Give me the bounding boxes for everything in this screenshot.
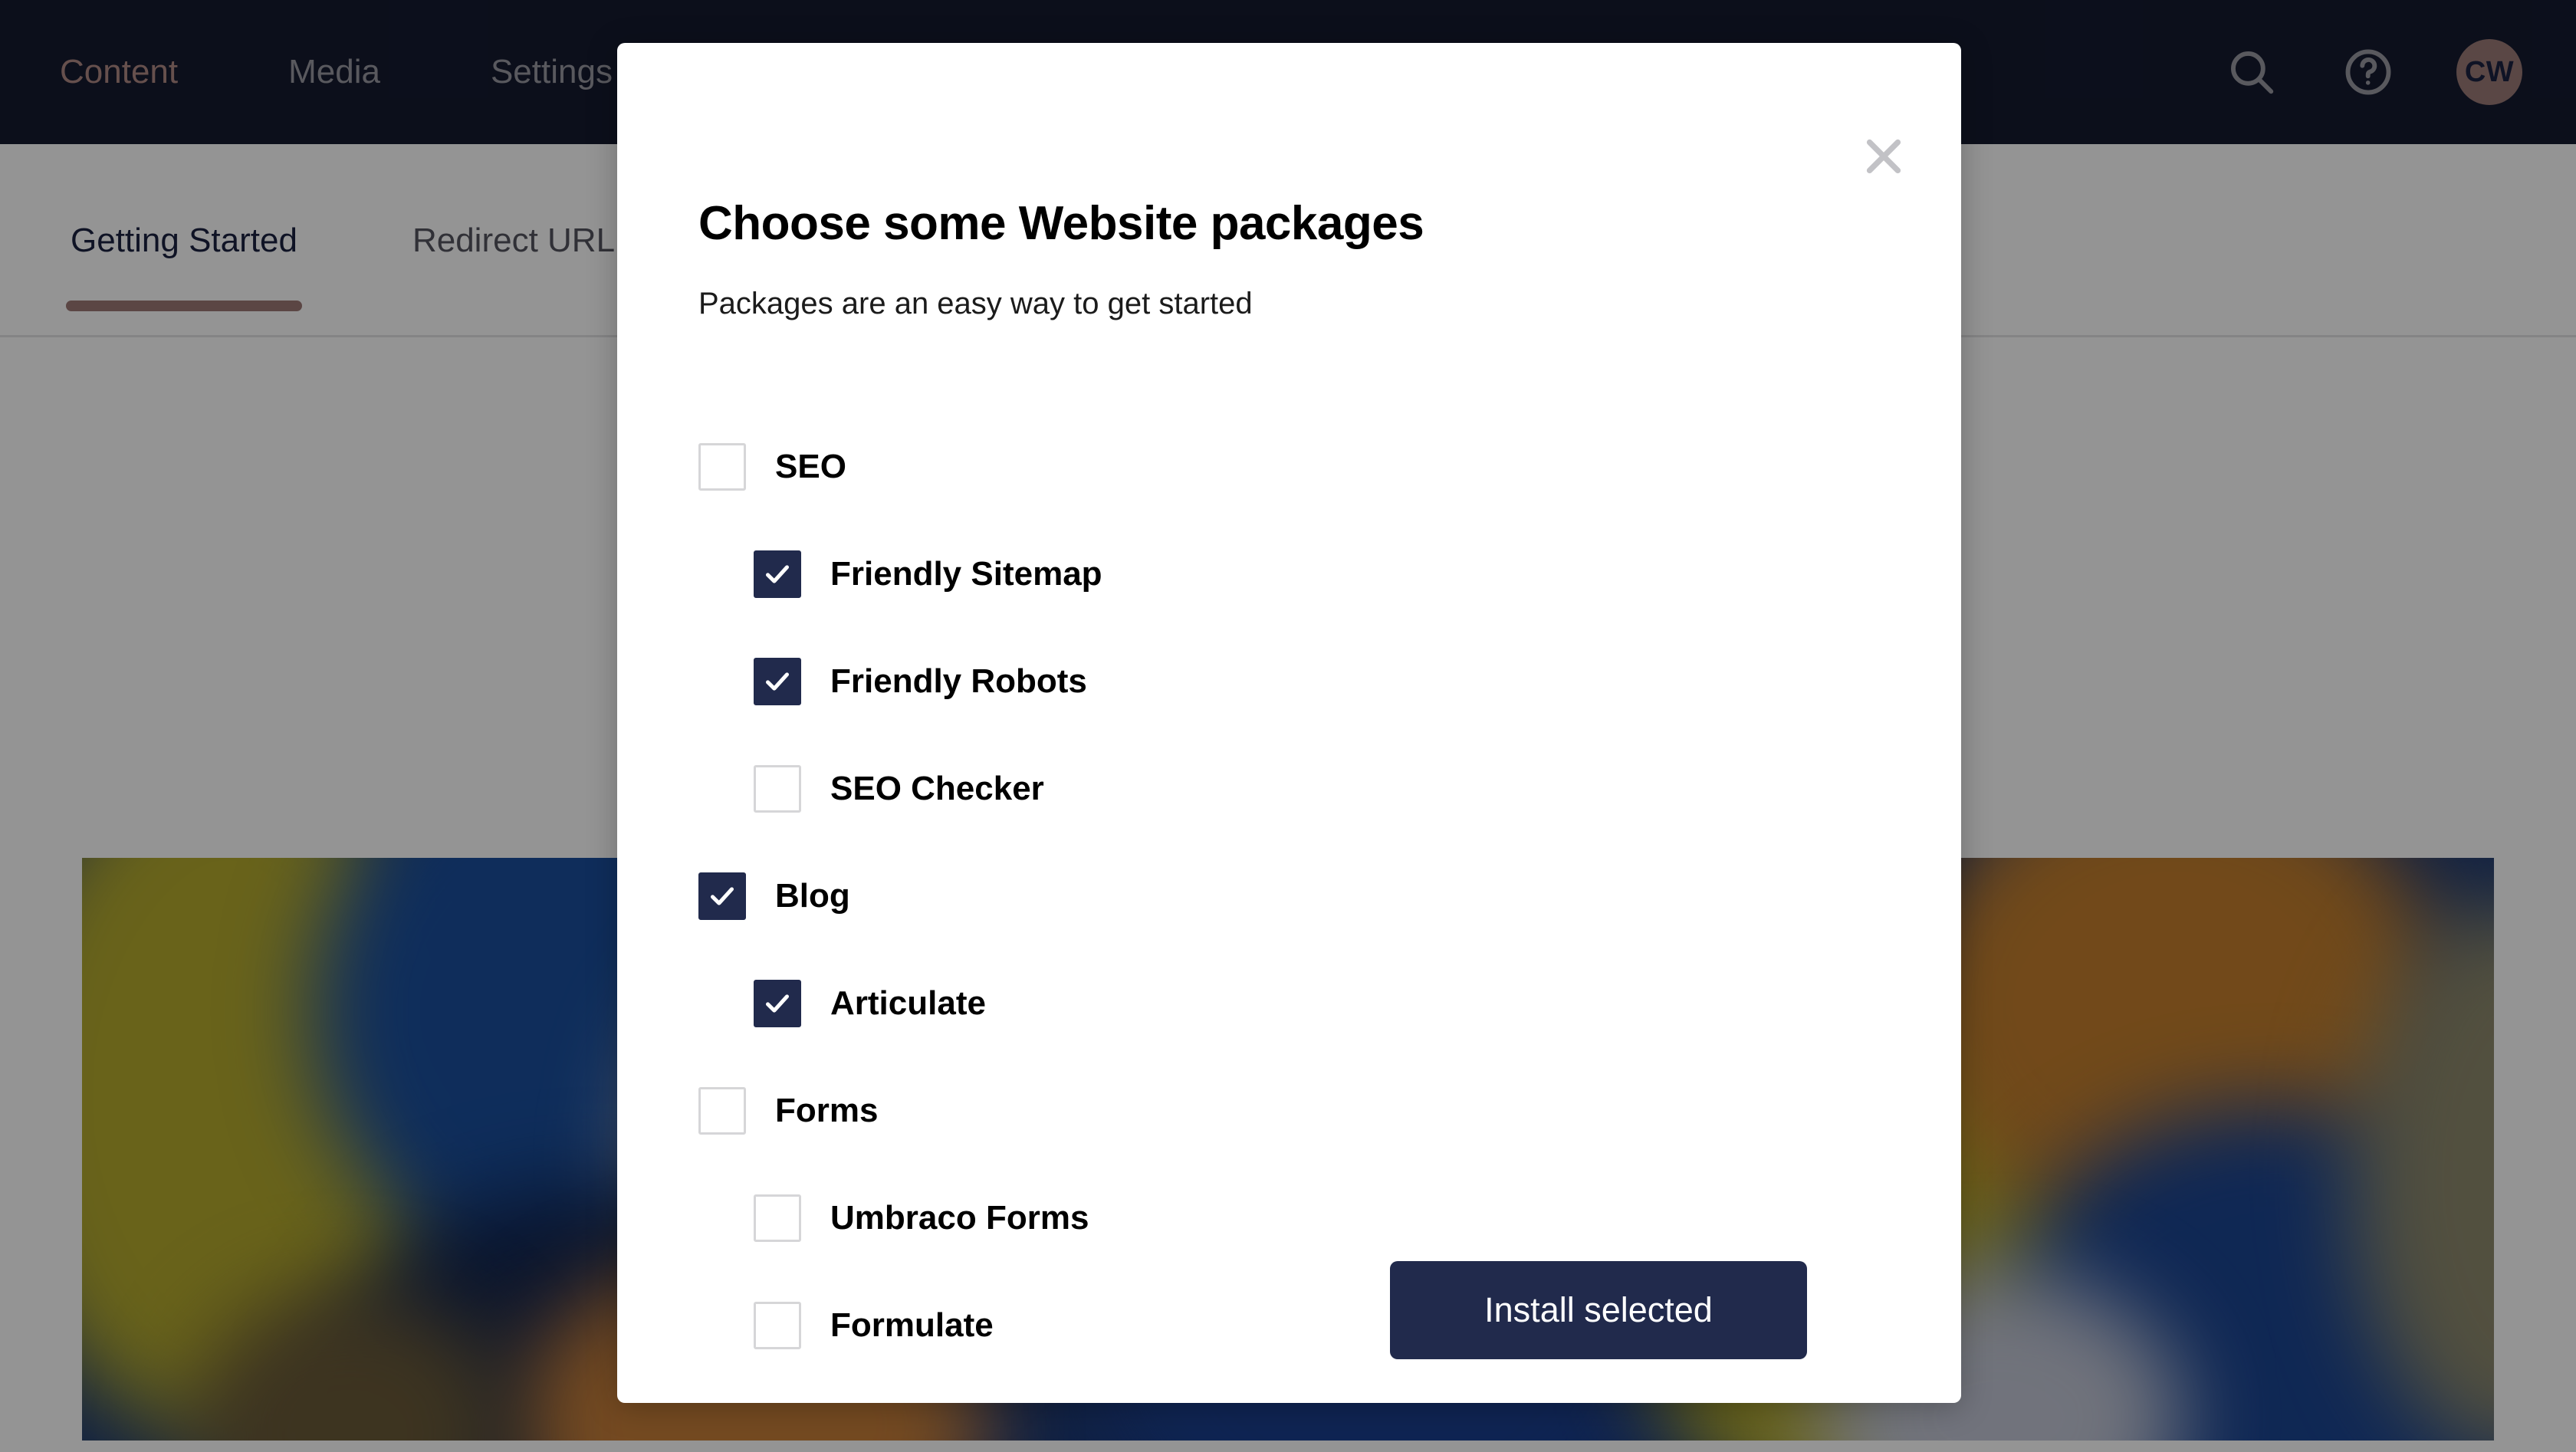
modal-subtitle: Packages are an easy way to get started xyxy=(698,287,1253,320)
checkbox-formulate[interactable] xyxy=(754,1302,801,1349)
checkbox-articulate[interactable] xyxy=(754,980,801,1027)
app-root: Content Media Settings CW Getting Starte… xyxy=(0,0,2576,1452)
list-item[interactable]: SEO xyxy=(617,413,1961,521)
package-label: Articulate xyxy=(830,984,986,1022)
checkbox-seo-checker[interactable] xyxy=(754,765,801,813)
list-item[interactable]: Friendly Sitemap xyxy=(617,521,1961,628)
list-item[interactable]: Friendly Robots xyxy=(617,628,1961,735)
install-selected-button[interactable]: Install selected xyxy=(1390,1261,1807,1359)
checkbox-friendly-sitemap[interactable] xyxy=(754,550,801,598)
list-item[interactable]: Blog xyxy=(617,843,1961,950)
list-item[interactable]: SEO Checker xyxy=(617,735,1961,843)
package-label: Friendly Sitemap xyxy=(830,555,1102,593)
checkbox-forms[interactable] xyxy=(698,1087,746,1135)
package-label: Blog xyxy=(775,877,850,915)
modal-title: Choose some Website packages xyxy=(698,197,1424,250)
list-item[interactable]: Umbraco Forms xyxy=(617,1165,1961,1272)
close-icon[interactable] xyxy=(1855,127,1913,186)
package-label: Umbraco Forms xyxy=(830,1199,1089,1237)
list-item[interactable]: Forms xyxy=(617,1057,1961,1165)
package-label: Formulate xyxy=(830,1306,994,1344)
checkbox-umbraco-forms[interactable] xyxy=(754,1194,801,1242)
packages-modal: Choose some Website packages Packages ar… xyxy=(617,43,1961,1403)
checkbox-friendly-robots[interactable] xyxy=(754,658,801,705)
package-label: SEO xyxy=(775,448,846,485)
list-item[interactable]: Articulate xyxy=(617,950,1961,1057)
package-list: SEO Friendly Sitemap Friendly Robots SEO… xyxy=(617,413,1961,1379)
checkbox-blog[interactable] xyxy=(698,872,746,920)
package-label: Friendly Robots xyxy=(830,662,1087,700)
package-label: SEO Checker xyxy=(830,770,1044,807)
checkbox-seo[interactable] xyxy=(698,443,746,491)
package-label: Forms xyxy=(775,1092,879,1129)
